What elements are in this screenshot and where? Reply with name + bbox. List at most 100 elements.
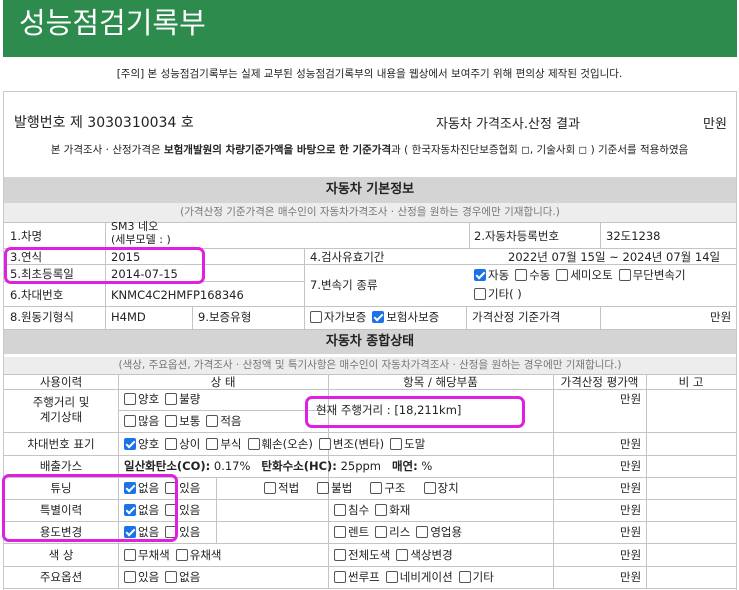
grid-line xyxy=(4,543,736,544)
checkbox-empty-icon[interactable] xyxy=(618,269,631,281)
emission-label: 배출가스 xyxy=(39,459,83,473)
checkbox-option[interactable]: 색상변경 xyxy=(396,547,453,563)
checkbox-empty-icon[interactable] xyxy=(416,526,429,538)
checkbox-label: 수동 xyxy=(529,268,551,282)
options-unit: 만원 xyxy=(620,570,642,584)
checkbox-empty-icon[interactable] xyxy=(334,571,346,583)
checkbox-empty-icon[interactable] xyxy=(396,549,409,561)
checkbox-empty-icon[interactable] xyxy=(334,504,346,516)
checkbox-option[interactable]: 장치 xyxy=(423,480,459,496)
checkbox-option[interactable]: 무단변속기 xyxy=(618,266,686,285)
checkbox-empty-icon[interactable] xyxy=(264,482,276,494)
checkbox-empty-icon[interactable] xyxy=(247,438,260,450)
warranty-options: 자가보증 보험사보증 xyxy=(310,309,445,325)
checkbox-option[interactable]: 적법 xyxy=(264,480,299,496)
checkbox-option[interactable]: 많음 xyxy=(124,413,159,429)
checkbox-empty-icon[interactable] xyxy=(124,415,136,427)
checkbox-option[interactable]: 렌트 xyxy=(334,524,369,540)
color-label: 색 상 xyxy=(48,548,74,562)
checkbox-option[interactable]: 무채색 xyxy=(124,547,170,563)
checkbox-label: 있음 xyxy=(179,525,201,539)
checkbox-option[interactable]: 있음 xyxy=(124,569,159,585)
checkbox-option[interactable]: 구조 xyxy=(370,480,406,496)
checkbox-empty-icon[interactable] xyxy=(474,288,486,300)
color-unit: 만원 xyxy=(620,548,642,562)
checkbox-label: 훼손(오손) xyxy=(261,437,313,451)
checkbox-option[interactable]: 자가보증 xyxy=(310,309,366,325)
checkbox-label: 기타 xyxy=(472,570,494,584)
vin-label: 6.차대번호 xyxy=(10,288,64,302)
checkbox-label: 화재 xyxy=(389,503,411,517)
checkbox-option[interactable]: 불법 xyxy=(317,480,352,496)
checkbox-option[interactable]: 화재 xyxy=(375,502,410,518)
hc-value: 25ppm xyxy=(340,459,381,473)
checkbox-option[interactable]: 기타 xyxy=(458,569,494,585)
checkbox-empty-icon[interactable] xyxy=(124,393,136,405)
checkbox-empty-icon[interactable] xyxy=(318,438,331,450)
checkbox-empty-icon[interactable] xyxy=(515,269,528,281)
checkbox-empty-icon[interactable] xyxy=(165,438,178,450)
checkbox-checked-icon[interactable] xyxy=(372,311,385,323)
checkbox-empty-icon[interactable] xyxy=(334,549,346,561)
checkbox-option[interactable]: 불량 xyxy=(165,391,200,407)
hc-label: 탄화수소(HC): xyxy=(261,459,337,473)
checkbox-option[interactable]: 훼손(오손) xyxy=(247,436,313,452)
checkbox-option[interactable]: 보험사보증 xyxy=(372,309,439,325)
checkbox-empty-icon[interactable] xyxy=(206,438,219,450)
checkbox-empty-icon[interactable] xyxy=(165,393,178,405)
checkbox-label: 자가보증 xyxy=(324,310,367,324)
checkbox-empty-icon[interactable] xyxy=(334,526,346,538)
checkbox-option[interactable]: 네비게이션 xyxy=(385,569,453,585)
color-options: 무채색 유채색 xyxy=(124,547,228,563)
checkbox-option[interactable]: 변조(변타) xyxy=(318,436,384,452)
checkbox-option[interactable]: 자동 xyxy=(474,266,509,285)
vin-mark-options: 양호 상이 부식 훼손(오손) 변조(변타) 도말 xyxy=(124,436,431,452)
checkbox-option[interactable]: 침수 xyxy=(334,502,369,518)
checkbox-option[interactable]: 리스 xyxy=(375,524,410,540)
checkbox-option[interactable]: 보통 xyxy=(165,413,200,429)
checkbox-option[interactable]: 수동 xyxy=(515,266,550,285)
checkbox-option[interactable]: 전체도색 xyxy=(334,547,390,563)
checkbox-option[interactable]: 상이 xyxy=(165,436,200,452)
checkbox-option[interactable]: 도말 xyxy=(390,436,425,452)
checkbox-checked-icon[interactable] xyxy=(124,438,136,450)
checkbox-empty-icon[interactable] xyxy=(310,311,322,323)
checkbox-option[interactable]: 양호 xyxy=(124,436,159,452)
col-header-item: 항목 / 해당부품 xyxy=(403,375,478,389)
checkbox-empty-icon[interactable] xyxy=(206,415,219,427)
car-name-label: 1.차명 xyxy=(10,229,43,243)
checkbox-option[interactable]: 기타( ) xyxy=(474,285,522,304)
checkbox-label: 있음 xyxy=(179,503,201,517)
highlight-history xyxy=(2,474,178,542)
checkbox-empty-icon[interactable] xyxy=(458,571,471,583)
checkbox-empty-icon[interactable] xyxy=(556,269,569,281)
checkbox-empty-icon[interactable] xyxy=(370,482,383,494)
checkbox-empty-icon[interactable] xyxy=(317,482,330,494)
checkbox-empty-icon[interactable] xyxy=(165,415,178,427)
grid-line xyxy=(4,566,736,567)
checkbox-empty-icon[interactable] xyxy=(165,571,178,583)
grid-line xyxy=(646,374,647,588)
checkbox-option[interactable]: 썬루프 xyxy=(334,569,380,585)
checkbox-option[interactable]: 부식 xyxy=(206,436,242,452)
checkbox-label: 썬루프 xyxy=(348,570,380,584)
checkbox-empty-icon[interactable] xyxy=(175,549,188,561)
checkbox-label: 기타( ) xyxy=(488,287,522,301)
checkbox-option[interactable]: 유채색 xyxy=(175,547,222,563)
checkbox-checked-icon[interactable] xyxy=(474,269,486,281)
smoke-value: % xyxy=(421,459,433,473)
checkbox-empty-icon[interactable] xyxy=(375,526,388,538)
checkbox-option[interactable]: 없음 xyxy=(165,569,200,585)
trans-options: 자동 수동 세미오토 무단변속기기타( ) xyxy=(474,266,734,304)
checkbox-empty-icon[interactable] xyxy=(375,504,388,516)
checkbox-empty-icon[interactable] xyxy=(124,571,136,583)
checkbox-option[interactable]: 영업용 xyxy=(416,524,462,540)
checkbox-empty-icon[interactable] xyxy=(124,549,136,561)
checkbox-empty-icon[interactable] xyxy=(423,482,436,494)
checkbox-option[interactable]: 양호 xyxy=(124,391,159,407)
checkbox-empty-icon[interactable] xyxy=(390,438,403,450)
checkbox-option[interactable]: 적음 xyxy=(206,413,242,429)
checkbox-empty-icon[interactable] xyxy=(385,571,398,583)
checkbox-option[interactable]: 세미오토 xyxy=(556,266,613,285)
checkbox-label: 있음 xyxy=(138,570,160,584)
